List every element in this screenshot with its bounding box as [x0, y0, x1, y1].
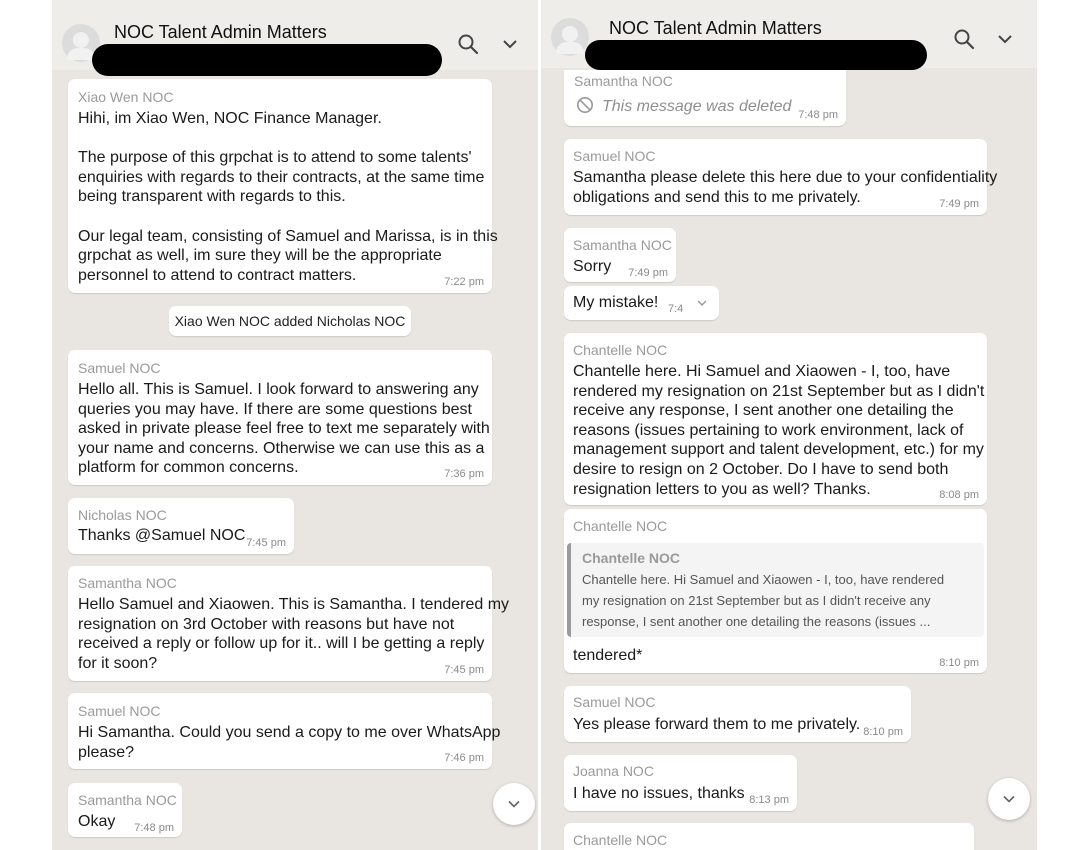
chat-panel-left: NOC Talent Admin Matters Xiao Wen NOC Hi… [52, 0, 538, 850]
message-bubble[interactable]: My mistake! 7:4 [564, 286, 719, 320]
message-sender: Samantha NOC [78, 792, 177, 808]
message-bubble[interactable]: Xiao Wen NOC Hihi, im Xiao Wen, NOC Fina… [68, 79, 498, 293]
message-time: 7:36 pm [444, 468, 484, 480]
message-sender: Chantelle NOC [573, 832, 668, 848]
message-text: This message was deleted [602, 98, 792, 115]
chevron-down-icon[interactable] [993, 27, 1017, 51]
message-time: 8:10 pm [939, 657, 979, 669]
message-time: 7:45 pm [444, 664, 484, 676]
message-text: Hello Samuel and Xiaowen. This is Samant… [78, 596, 510, 672]
redaction-mark [92, 44, 442, 76]
message-bubble[interactable]: Chantelle NOC [564, 823, 974, 850]
message-text: tendered* [573, 647, 643, 664]
message-sender: Joanna NOC [573, 763, 654, 779]
chat-header: NOC Talent Admin Matters [52, 0, 538, 76]
message-bubble[interactable]: Chantelle NOC Chantelle NOC Chantelle he… [564, 509, 987, 673]
message-time: 7:48 pm [798, 109, 838, 121]
message-sender: Nicholas NOC [78, 507, 167, 523]
message-sender: Samantha NOC [574, 73, 673, 89]
chevron-down-icon [508, 800, 520, 808]
deleted-icon [576, 96, 594, 114]
message-sender: Chantelle NOC [573, 518, 668, 534]
message-time: 7:49 pm [628, 267, 668, 279]
message-text: Samantha please delete this here due to … [573, 169, 998, 206]
message-time: 7:45 pm [246, 537, 286, 549]
chat-panel-right: NOC Talent Admin Matters Samantha NOC Th… [541, 0, 1037, 850]
message-text: Chantelle here. Hi Samuel and Xiaowen - … [573, 363, 985, 498]
search-icon[interactable] [456, 32, 480, 56]
chat-title[interactable]: NOC Talent Admin Matters [609, 18, 822, 39]
message-sender: Samantha NOC [573, 237, 672, 253]
message-text: Hi Samantha. Could you send a copy to me… [78, 724, 501, 761]
message-sender: Samuel NOC [78, 360, 161, 376]
message-text: I have no issues, thanks [573, 785, 745, 802]
chevron-down-icon[interactable] [498, 32, 522, 56]
message-bubble[interactable]: Nicholas NOC Thanks @Samuel NOC 7:45 pm [68, 498, 294, 554]
message-text: Hihi, im Xiao Wen, NOC Finance Manager. … [78, 110, 498, 284]
group-avatar-icon[interactable] [551, 18, 589, 56]
message-text: My mistake! [573, 294, 659, 311]
search-icon[interactable] [952, 27, 976, 51]
message-bubble[interactable]: Samantha NOC This message was deleted 7:… [564, 70, 846, 126]
quoted-message[interactable]: Chantelle NOC Chantelle here. Hi Samuel … [567, 543, 984, 637]
quoted-text: Chantelle here. Hi Samuel and Xiaowen - … [582, 572, 945, 629]
message-time: 7:48 pm [134, 822, 174, 834]
message-bubble[interactable]: Samuel NOC Yes please forward them to me… [564, 686, 911, 742]
message-bubble[interactable]: Samantha NOC Okay 7:48 pm [68, 783, 182, 837]
message-time: 7:49 pm [939, 198, 979, 210]
quoted-sender: Chantelle NOC [582, 550, 681, 566]
message-time: 7:4 [668, 303, 684, 315]
scroll-down-button[interactable] [493, 783, 535, 825]
message-time: 7:46 pm [444, 752, 484, 764]
message-bubble[interactable]: Samuel NOC Hi Samantha. Could you send a… [68, 693, 500, 769]
redaction-mark [585, 40, 927, 70]
message-bubble[interactable]: Samantha NOC Sorry 7:49 pm [564, 228, 676, 282]
message-bubble[interactable]: Samuel NOC Samantha please delete this h… [564, 139, 997, 215]
message-text: Thanks @Samuel NOC [78, 527, 246, 544]
system-message: Xiao Wen NOC added Nicholas NOC [169, 306, 411, 336]
chevron-down-icon [1003, 795, 1015, 803]
message-bubble[interactable]: Chantelle NOC Chantelle here. Hi Samuel … [564, 333, 987, 505]
message-time: 8:13 pm [749, 794, 789, 806]
message-text: Yes please forward them to me privately. [573, 716, 861, 733]
message-bubble[interactable]: Joanna NOC I have no issues, thanks 8:13… [564, 755, 797, 811]
chat-title[interactable]: NOC Talent Admin Matters [114, 22, 327, 43]
message-sender: Xiao Wen NOC [78, 89, 174, 105]
message-text: Hello all. This is Samuel. I look forwar… [78, 381, 490, 477]
message-sender: Chantelle NOC [573, 342, 668, 358]
scroll-down-button[interactable] [988, 778, 1030, 820]
message-bubble[interactable]: Samantha NOC Hello Samuel and Xiaowen. T… [68, 566, 509, 681]
message-bubble[interactable]: Samuel NOC Hello all. This is Samuel. I … [68, 350, 492, 485]
chevron-down-icon[interactable] [694, 295, 710, 311]
message-time: 8:10 pm [863, 726, 903, 738]
message-sender: Samuel NOC [573, 694, 656, 710]
message-sender: Samuel NOC [78, 703, 161, 719]
message-time: 8:08 pm [939, 489, 979, 501]
message-sender: Samantha NOC [78, 575, 177, 591]
message-text: Okay [78, 813, 116, 830]
message-sender: Samuel NOC [573, 148, 656, 164]
message-text: Sorry [573, 258, 612, 275]
chat-header: NOC Talent Admin Matters [541, 0, 1037, 70]
message-time: 7:22 pm [444, 276, 484, 288]
